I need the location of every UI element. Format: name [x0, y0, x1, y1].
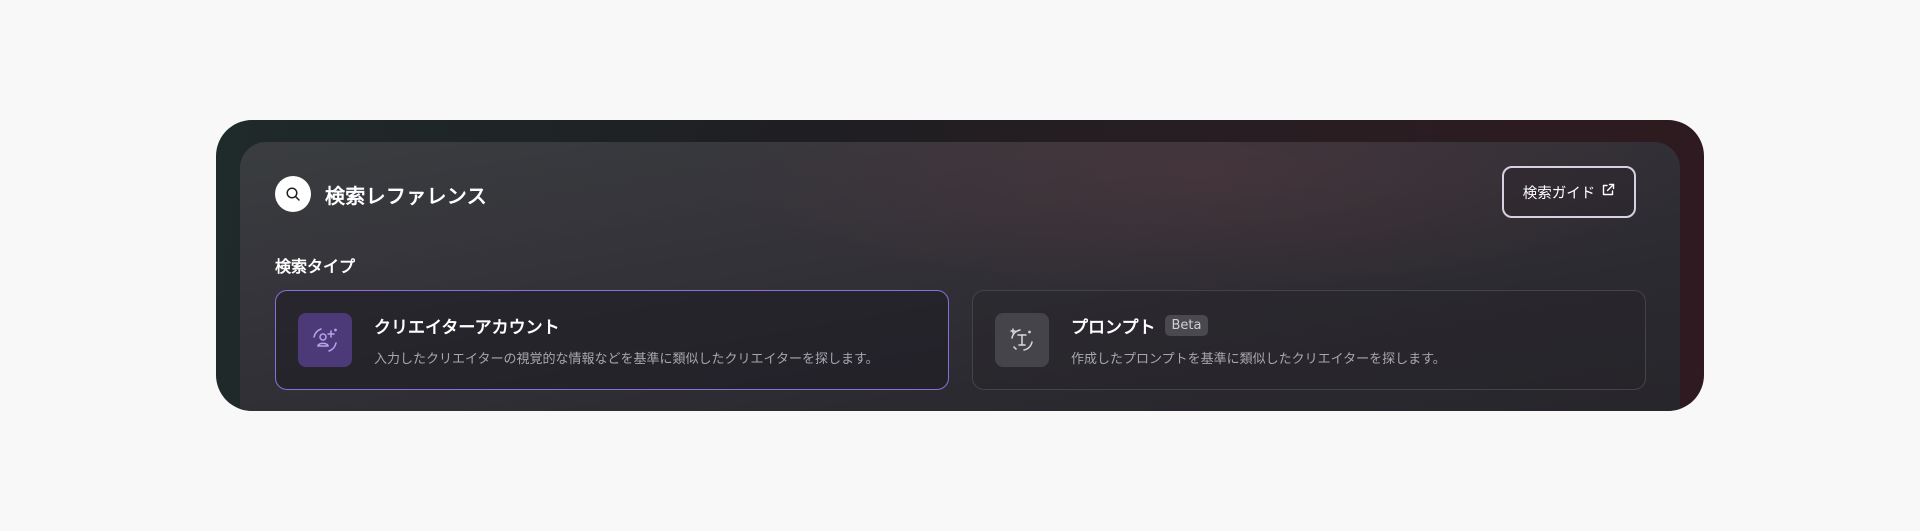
beta-badge: Beta [1164, 315, 1209, 336]
prompt-title: プロンプト [1071, 318, 1156, 338]
creator-account-description: 入力したクリエイターの視覚的な情報などを基準に類似したクリエイターを探します。 [374, 352, 879, 367]
creator-account-icon [298, 313, 352, 367]
search-guide-label: 検索ガイド [1522, 185, 1596, 202]
search-type-prompt[interactable]: プロンプト Beta 作成したプロンプトを基準に類似したクリエイターを探します。 [972, 290, 1646, 390]
prompt-description: 作成したプロンプトを基準に類似したクリエイターを探します。 [1071, 352, 1446, 367]
search-type-creator-account[interactable]: クリエイターアカウント 入力したクリエイターの視覚的な情報などを基準に類似したク… [275, 290, 949, 390]
panel-header: 検索レファレンス [275, 176, 487, 212]
search-icon [275, 176, 311, 212]
search-reference-card: 検索レファレンス 検索ガイド 検索タイプ クリエイターアカウント 入力したクリエ… [240, 142, 1680, 411]
external-link-icon [1601, 183, 1615, 201]
page-title: 検索レファレンス [325, 183, 487, 208]
search-guide-button[interactable]: 検索ガイド [1502, 166, 1636, 218]
prompt-text-icon [995, 313, 1049, 367]
search-reference-panel: 検索レファレンス 検索ガイド 検索タイプ クリエイターアカウント 入力したクリエ… [216, 120, 1704, 411]
creator-account-title: クリエイターアカウント [374, 318, 560, 338]
search-type-label: 検索タイプ [275, 257, 356, 276]
